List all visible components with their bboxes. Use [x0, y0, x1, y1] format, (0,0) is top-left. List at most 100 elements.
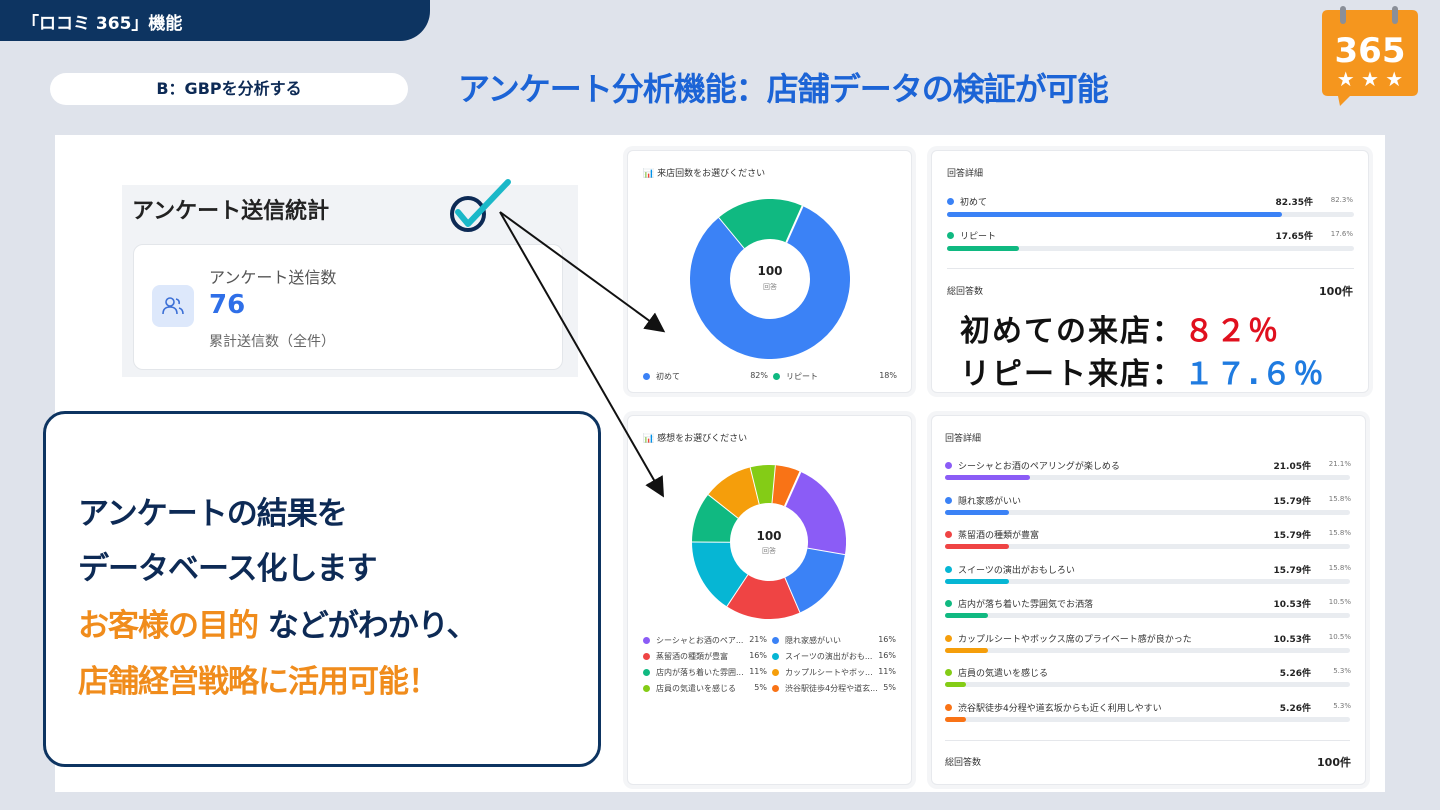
impression-center-value: 100: [756, 529, 782, 543]
impression-legend-pct: 5%: [754, 683, 767, 692]
visit-detail-value: 17.65件: [1275, 232, 1313, 242]
chart-icon: 📊: [643, 169, 658, 179]
impression-detail-bar: [945, 509, 1009, 515]
impression-detail-bar: [945, 578, 1009, 584]
impression-detail-row: スイーツの演出がおもしろい: [945, 563, 1075, 576]
impression-detail-row: 隠れ家感がいい: [945, 494, 1021, 507]
visit-chart-title: 📊 来店回数をお選びください: [643, 169, 766, 179]
visit-detail-title: 回答詳細: [947, 169, 984, 179]
impression-detail-value: 5.26件: [1279, 703, 1311, 714]
visit-detail-bar: [947, 212, 1282, 217]
donut-slice: [771, 465, 801, 507]
impression-detail-value: 21.05件: [1273, 462, 1311, 472]
survey-stats-title: アンケート送信統計: [132, 199, 330, 224]
donut-slice: [708, 467, 761, 519]
impression-detail-bar: [945, 647, 988, 653]
visit-legend-pct: 82%: [750, 371, 768, 380]
impression-total-value: 100件: [1317, 756, 1351, 769]
impression-center-label: 回答: [762, 547, 776, 555]
donut-slice: [783, 547, 845, 613]
impression-detail-value: 10.53件: [1273, 600, 1311, 610]
checkmark-icon: [448, 176, 512, 236]
impression-detail-row: シーシャとお酒のペアリングが楽しめる: [945, 459, 1120, 472]
impression-detail-value: 15.79件: [1273, 531, 1311, 541]
impression-detail-value: 5.26件: [1279, 669, 1311, 679]
impression-detail-pct: 15.8%: [1328, 494, 1351, 503]
visit-legend-item: 初めて: [643, 371, 680, 382]
message-box: [43, 411, 601, 767]
visit-detail-bar: [947, 246, 1019, 251]
callout-repeat-visit: リピート来店：１７.６％: [960, 357, 1326, 392]
survey-count-value: 76: [209, 290, 246, 320]
visit-donut-chart: [690, 199, 850, 359]
visit-detail-pct: 82.3%: [1330, 196, 1353, 204]
donut-slice: [750, 465, 776, 505]
visit-detail-pct: 17.6%: [1330, 230, 1353, 238]
visit-legend-pct: 18%: [879, 371, 897, 380]
impression-legend-item: カップルシートやボッ...: [772, 667, 873, 678]
impression-legend-pct: 11%: [878, 667, 896, 676]
feature-tag: 「ロコミ 365」機能: [0, 0, 430, 41]
visit-detail-row: リピート: [947, 229, 996, 242]
impression-detail-bar: [945, 544, 1009, 549]
impression-detail-track: [945, 716, 1350, 722]
impression-detail-value: 15.79件: [1273, 565, 1311, 576]
impression-total-label: 総回答数: [945, 758, 982, 768]
impression-legend-item: 渋谷駅徒歩4分程や道玄...: [772, 683, 878, 694]
impression-legend-pct: 16%: [878, 651, 896, 660]
impression-detail-row: 渋谷駅徒歩4分程や道玄坂からも近く利用しやすい: [945, 701, 1162, 714]
page-title: アンケート分析機能：店舗データの検証が可能: [458, 70, 1109, 108]
impression-detail-pct: 15.8%: [1328, 563, 1351, 572]
impression-legend-item: 蒸留酒の種類が豊富: [643, 651, 728, 662]
visit-total-label: 総回答数: [947, 287, 984, 297]
impression-detail-row: カップルシートやボックス席のプライベート感が良かった: [945, 632, 1192, 645]
impression-legend-pct: 5%: [883, 683, 896, 692]
impression-detail-bar: [945, 475, 1031, 480]
message-line-2: データベース化します: [78, 551, 377, 587]
impression-legend-item: スイーツの演出がおも...: [772, 651, 872, 662]
logo-text: 365: [1335, 31, 1406, 71]
impression-detail-pct: 21.1%: [1328, 460, 1351, 468]
donut-slice: [692, 540, 749, 607]
chart-icon: 📊: [643, 434, 658, 444]
impression-detail-value: 10.53件: [1273, 634, 1311, 645]
impression-detail-bar: [945, 716, 967, 722]
impression-detail-title: 回答詳細: [945, 434, 982, 444]
message-line-3: お客様の目的 などがわかり、: [78, 608, 478, 644]
impression-detail-track: [945, 682, 1350, 687]
impression-legend-item: 店員の気遣いを感じる: [643, 683, 736, 694]
users-icon: [152, 285, 194, 327]
impression-detail-bar: [945, 682, 967, 687]
survey-count-label: アンケート送信数: [209, 268, 337, 287]
impression-detail-row: 店員の気遣いを感じる: [945, 666, 1048, 679]
impression-detail-pct: 10.5%: [1328, 598, 1351, 606]
impression-detail-track: [945, 647, 1350, 653]
impression-detail-pct: 10.5%: [1328, 632, 1351, 641]
donut-slice: [726, 574, 800, 619]
donut-slice: [719, 199, 803, 249]
visit-detail-value: 82.35件: [1275, 198, 1313, 208]
impression-legend-pct: 16%: [878, 635, 896, 644]
impression-detail-value: 15.79件: [1273, 496, 1311, 507]
impression-legend-item: 店内が落ち着いた雰囲...: [643, 667, 744, 678]
donut-slice: [692, 494, 739, 543]
impression-chart-title: 📊 感想をお選びください: [643, 434, 748, 444]
impression-detail-pct: 5.3%: [1333, 667, 1351, 675]
divider: [947, 268, 1354, 269]
stars-icon: ★ ★ ★: [1337, 67, 1404, 91]
survey-count-sub: 累計送信数（全件）: [209, 334, 335, 350]
kuchikomi-365-logo: 365 ★ ★ ★: [1320, 6, 1420, 106]
visit-total-value: 100件: [1319, 285, 1353, 298]
impression-detail-pct: 15.8%: [1328, 529, 1351, 537]
message-line-1: アンケートの結果を: [78, 496, 348, 532]
impression-legend-pct: 16%: [749, 651, 767, 660]
impression-legend-item: シーシャとお酒のペア...: [643, 635, 743, 646]
impression-legend-item: 隠れ家感がいい: [772, 635, 841, 646]
divider: [945, 740, 1350, 741]
visit-center-label: 回答: [763, 283, 777, 291]
visit-legend-item: リピート: [773, 371, 818, 382]
impression-detail-row: 店内が落ち着いた雰囲気でお洒落: [945, 597, 1093, 610]
impression-detail-pct: 5.3%: [1333, 701, 1351, 710]
callout-first-visit: 初めての来店：８２％: [960, 314, 1280, 349]
impression-legend-pct: 21%: [749, 635, 767, 644]
